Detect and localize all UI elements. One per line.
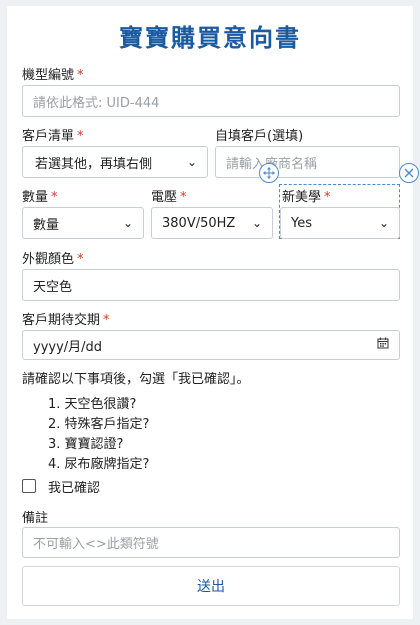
confirm-prompt: 請確認以下事項後，勾選「我已確認」。 <box>22 372 250 387</box>
notes-input[interactable]: 不可輸入<>此類符號 <box>22 527 400 558</box>
delivery-date-input[interactable]: yyyy/月/dd <box>22 330 400 360</box>
submit-button[interactable]: 送出 <box>22 566 400 606</box>
quantity-select[interactable]: 數量 ⌄ <box>22 207 144 239</box>
close-icon[interactable] <box>399 163 419 183</box>
chevron-down-icon: ⌄ <box>378 216 389 230</box>
chevron-down-icon: ⌄ <box>186 155 197 169</box>
delivery-label: 客戶期待交期 * <box>22 313 110 328</box>
confirm-checkbox-label: 我已確認 <box>48 481 101 496</box>
page-title: 寶寶購買意向書 <box>119 24 301 52</box>
list-item: 1. 天空色很讚? <box>48 397 137 412</box>
customer-list-label: 客戶清單 * <box>22 129 84 144</box>
new-learner-label: 新美學 * <box>282 190 331 205</box>
chevron-down-icon: ⌄ <box>122 216 133 230</box>
list-item: 4. 尿布廠牌指定? <box>48 457 150 472</box>
voltage-label: 電壓 * <box>151 190 187 205</box>
calendar-icon[interactable] <box>377 337 389 353</box>
color-input[interactable]: 天空色 <box>22 269 400 301</box>
color-label: 外觀顏色 * <box>22 252 84 267</box>
move-handle-icon[interactable] <box>259 163 279 183</box>
customer-list-select[interactable]: 若選其他，再填右側 ⌄ <box>22 146 208 178</box>
model-label: 機型編號 * <box>22 68 84 83</box>
chevron-down-icon: ⌄ <box>251 216 262 230</box>
new-learner-select[interactable]: Yes ⌄ <box>280 207 400 239</box>
list-item: 3. 寶寶認證? <box>48 437 124 452</box>
list-item: 2. 特殊客戶指定? <box>48 417 150 432</box>
model-input[interactable]: 請依此格式: UID-444 <box>22 85 400 117</box>
confirm-list: 1. 天空色很讚? 2. 特殊客戶指定? 3. 寶寶認證? 4. 尿布廠牌指定? <box>48 395 149 475</box>
voltage-select[interactable]: 380V/50HZ ⌄ <box>151 207 273 239</box>
notes-label: 備註 <box>22 511 49 526</box>
confirm-checkbox[interactable] <box>22 479 36 493</box>
custom-customer-label: 自填客戶(選填) <box>215 129 304 144</box>
quantity-label: 數量 * <box>22 190 58 205</box>
custom-customer-input[interactable]: 請輸入廠商名稱 <box>215 146 400 178</box>
